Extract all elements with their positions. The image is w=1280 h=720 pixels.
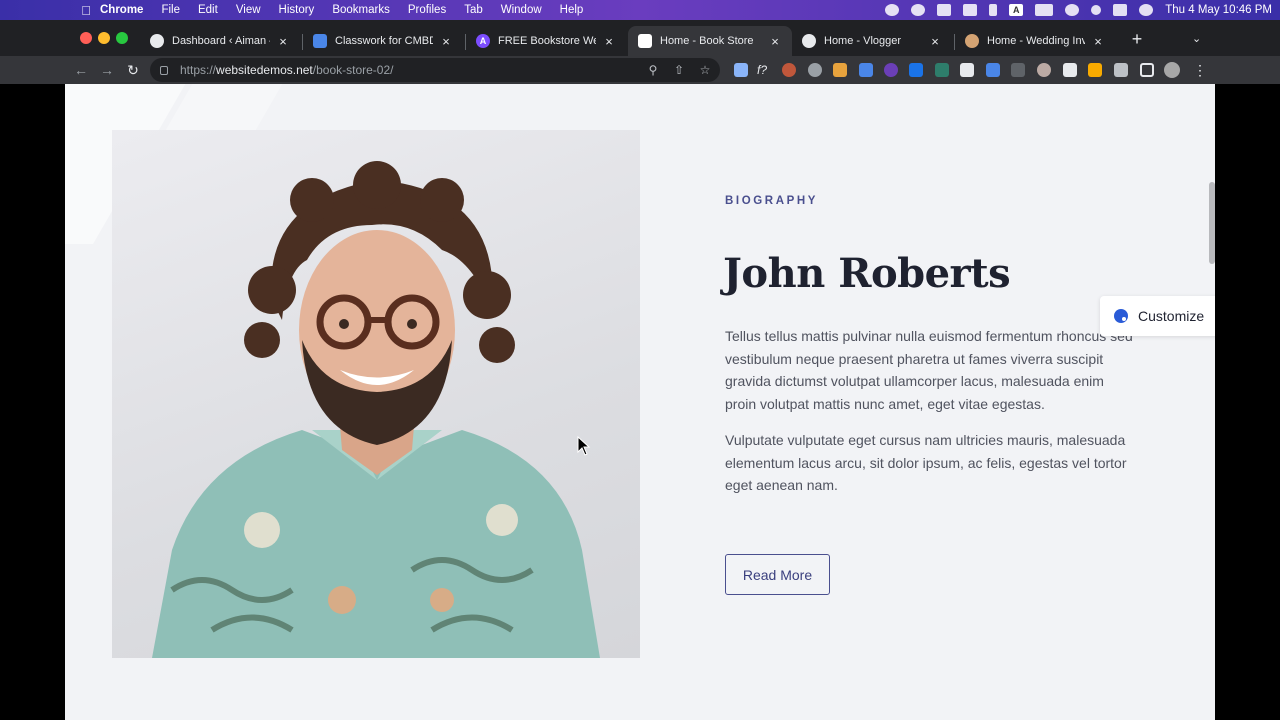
extension-blue-icon[interactable]	[859, 63, 873, 77]
extension-globe-icon[interactable]	[808, 63, 822, 77]
extension-new-icon[interactable]	[1011, 63, 1025, 77]
web-page-content: BIOGRAPHY John Roberts Tellus tellus mat…	[65, 84, 1215, 720]
input-source-icon[interactable]: A	[1009, 4, 1024, 16]
close-icon[interactable]: ×	[1091, 34, 1105, 49]
tab-wedding[interactable]: Home - Wedding Invitati ×	[955, 26, 1115, 56]
tab-vlogger[interactable]: Home - Vlogger ×	[792, 26, 952, 56]
extension-cookie-icon[interactable]	[782, 63, 796, 77]
creative-cloud-icon[interactable]	[911, 4, 926, 16]
grammarly-icon[interactable]	[885, 4, 900, 16]
share-icon[interactable]: ⇧	[672, 63, 686, 77]
new-tab-icon[interactable]: +	[1128, 30, 1146, 48]
control-center-icon[interactable]	[1113, 4, 1128, 16]
author-portrait-illustration	[152, 161, 600, 658]
section-eyebrow-label: BIOGRAPHY	[725, 195, 819, 207]
tab-classwork[interactable]: Classwork for CMBD-18 ×	[303, 26, 463, 56]
tab-dashboard[interactable]: Dashboard ‹ Aiman — W ×	[140, 26, 300, 56]
menu-help[interactable]: Help	[560, 4, 584, 16]
zoom-icon[interactable]: ⚲	[646, 63, 660, 77]
palette-icon	[1114, 309, 1128, 323]
extension-react-icon[interactable]	[935, 63, 949, 77]
kebab-menu-icon[interactable]: ⋮	[1190, 60, 1210, 80]
extension-download-icon[interactable]	[986, 63, 1000, 77]
menu-tab[interactable]: Tab	[464, 4, 483, 16]
customize-label: Customize	[1138, 308, 1205, 324]
bookmark-star-icon[interactable]: ☆	[698, 63, 712, 77]
extension-s-icon[interactable]	[909, 63, 923, 77]
close-icon[interactable]: ×	[768, 34, 782, 49]
close-icon[interactable]: ×	[602, 34, 616, 49]
profile-avatar[interactable]	[1164, 62, 1180, 78]
tab-book-store[interactable]: Home - Book Store ×	[628, 26, 792, 56]
side-panel-icon[interactable]	[1140, 63, 1154, 77]
read-more-button[interactable]: Read More	[725, 554, 830, 595]
extension-a-icon[interactable]	[1088, 63, 1102, 77]
author-name-heading: John Roberts	[723, 250, 1011, 297]
extensions-puzzle-icon[interactable]	[1114, 63, 1128, 77]
grid-icon[interactable]	[963, 4, 978, 16]
browser-toolbar: ← → ↻ https://websitedemos.net/book-stor…	[0, 56, 1280, 84]
address-bar-url[interactable]: https://websitedemos.net/book-store-02/	[180, 63, 393, 77]
extension-window-icon[interactable]	[1063, 63, 1077, 77]
bluetooth-icon[interactable]	[989, 4, 998, 16]
menu-window[interactable]: Window	[501, 4, 542, 16]
extension-avatar-icon[interactable]	[1037, 63, 1051, 77]
wifi-icon[interactable]	[1065, 4, 1080, 16]
lock-icon[interactable]	[160, 65, 168, 75]
close-icon[interactable]: ×	[928, 34, 942, 49]
spotlight-search-icon[interactable]	[1091, 5, 1102, 15]
extension-badge-icon[interactable]	[884, 63, 898, 77]
close-window-icon[interactable]	[80, 32, 92, 44]
extension-page-icon[interactable]	[960, 63, 974, 77]
tab-search-chevron-down-icon[interactable]: ⌄	[1192, 32, 1201, 45]
menu-app-name[interactable]: Chrome	[100, 4, 143, 16]
reload-icon[interactable]: ↻	[123, 60, 143, 80]
astra-icon: A	[476, 34, 490, 48]
menu-file[interactable]: File	[161, 4, 180, 16]
browser-window: Dashboard ‹ Aiman — W × Classwork for CM…	[0, 20, 1280, 84]
menu-bookmarks[interactable]: Bookmarks	[332, 4, 390, 16]
siri-icon[interactable]	[1139, 4, 1154, 16]
menu-view[interactable]: View	[236, 4, 261, 16]
tab-strip: Dashboard ‹ Aiman — W × Classwork for CM…	[0, 20, 1280, 56]
menu-bar-status-area: A Thu 4 May 10:46 PM	[885, 0, 1272, 20]
menu-history[interactable]: History	[279, 4, 315, 16]
screen-icon[interactable]	[937, 4, 952, 16]
apple-icon[interactable]: 	[72, 3, 100, 18]
menu-edit[interactable]: Edit	[198, 4, 218, 16]
customize-button[interactable]: Customize	[1100, 296, 1215, 336]
close-icon[interactable]: ×	[439, 34, 453, 49]
extension-font-icon[interactable]: f?	[757, 63, 771, 77]
mouse-cursor-icon	[577, 436, 591, 456]
biography-paragraph-2: Vulputate vulputate eget cursus nam ultr…	[725, 432, 1127, 493]
forward-arrow-icon[interactable]: →	[97, 60, 117, 80]
extension-orange-icon[interactable]	[833, 63, 847, 77]
maximize-window-icon[interactable]	[116, 32, 128, 44]
classroom-icon	[313, 34, 327, 48]
macos-menu-bar:  Chrome File Edit View History Bookmark…	[0, 0, 1280, 20]
menu-bar-clock[interactable]: Thu 4 May 10:46 PM	[1165, 4, 1272, 16]
site-icon	[638, 34, 652, 48]
tab-bookstore-website[interactable]: A FREE Bookstore Website ×	[466, 26, 626, 56]
globe-icon	[150, 34, 164, 48]
extension-pen-icon[interactable]	[734, 63, 748, 77]
address-bar[interactable]: https://websitedemos.net/book-store-02/ …	[150, 58, 720, 82]
biography-paragraph-1: Tellus tellus mattis pulvinar nulla euis…	[725, 328, 1133, 412]
close-icon[interactable]: ×	[276, 34, 290, 49]
battery-icon[interactable]	[1035, 4, 1054, 16]
author-portrait-image	[112, 130, 640, 658]
back-arrow-icon[interactable]: ←	[71, 60, 91, 80]
globe-icon	[802, 34, 816, 48]
heart-icon	[965, 34, 979, 48]
minimize-window-icon[interactable]	[98, 32, 110, 44]
menu-profiles[interactable]: Profiles	[408, 4, 446, 16]
page-scrollbar-thumb[interactable]	[1209, 182, 1215, 264]
